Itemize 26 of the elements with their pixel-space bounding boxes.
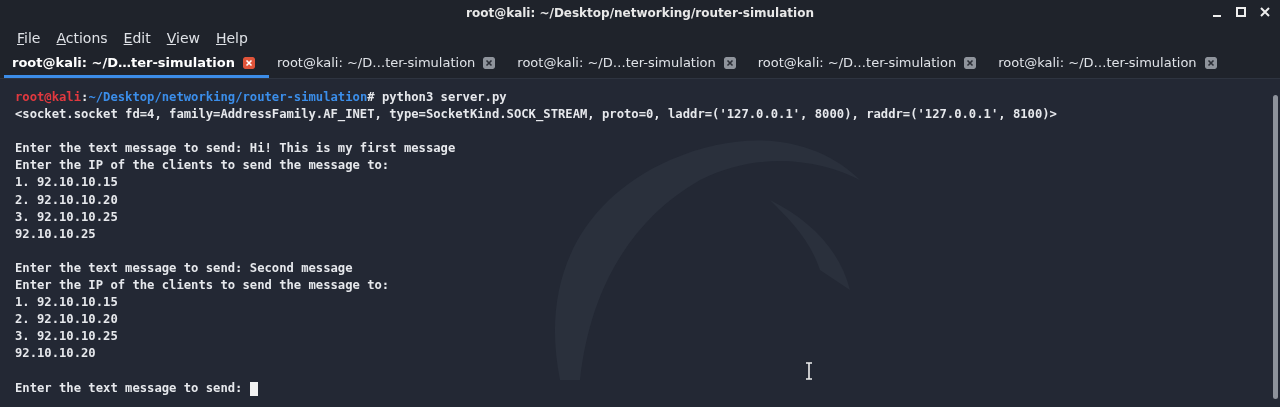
output-line: 92.10.10.25 — [15, 225, 96, 243]
output-line: Enter the text message to send: Second message — [15, 259, 353, 277]
output-line: 2. 92.10.10.20 — [15, 311, 118, 329]
terminal-tab[interactable]: root@kali: ~/D…ter-simulation — [990, 50, 1231, 78]
menu-item[interactable]: File — [10, 28, 48, 48]
terminal-tab[interactable]: root@kali: ~/D…ter-simulation — [509, 50, 750, 78]
output-line: 1. 92.10.10.15 — [15, 174, 118, 192]
output-line: 3. 92.10.10.25 — [15, 208, 118, 226]
output-line: 3. 92.10.10.25 — [15, 328, 118, 346]
input-prompt: Enter the text message to send: — [15, 379, 244, 397]
terminal-tab[interactable]: root@kali: ~/D…ter-simulation — [268, 50, 510, 78]
window-title: root@kali: ~/Desktop/networking/router-simulation — [466, 6, 814, 20]
terminal-tab[interactable]: root@kali: ~/D…ter-simulation — [749, 50, 991, 78]
menu-item[interactable]: Edit — [116, 28, 158, 48]
output-line: 92.10.10.20 — [15, 345, 96, 363]
output-line: Enter the text message to send: Hi! This is my first message — [15, 140, 456, 158]
menu-item[interactable]: View — [159, 28, 207, 48]
output-line: <socket.socket fd=4, family=AddressFamily.AF_INET, type=SocketKind.SOCK_STREAM, proto=0, laddr=('127.0.0.1', 8000), raddr=('127.0.0.1', 8100)> — [15, 106, 1057, 124]
menu-item[interactable]: Actions — [49, 28, 115, 48]
terminal-tab[interactable]: root@kali: ~/D…ter-simulation — [4, 50, 269, 78]
output-line: 2. 92.10.10.20 — [15, 191, 118, 209]
command-line: root@kali:~/Desktop/networking/router-simulation# python3 server.py — [15, 89, 508, 106]
output-line: 1. 92.10.10.15 — [15, 294, 118, 312]
output-line: Enter the IP of the clients to send the message to: — [15, 277, 390, 295]
output-line: Enter the IP of the clients to send the message to: — [15, 157, 390, 175]
menu-item[interactable]: Help — [208, 28, 255, 48]
